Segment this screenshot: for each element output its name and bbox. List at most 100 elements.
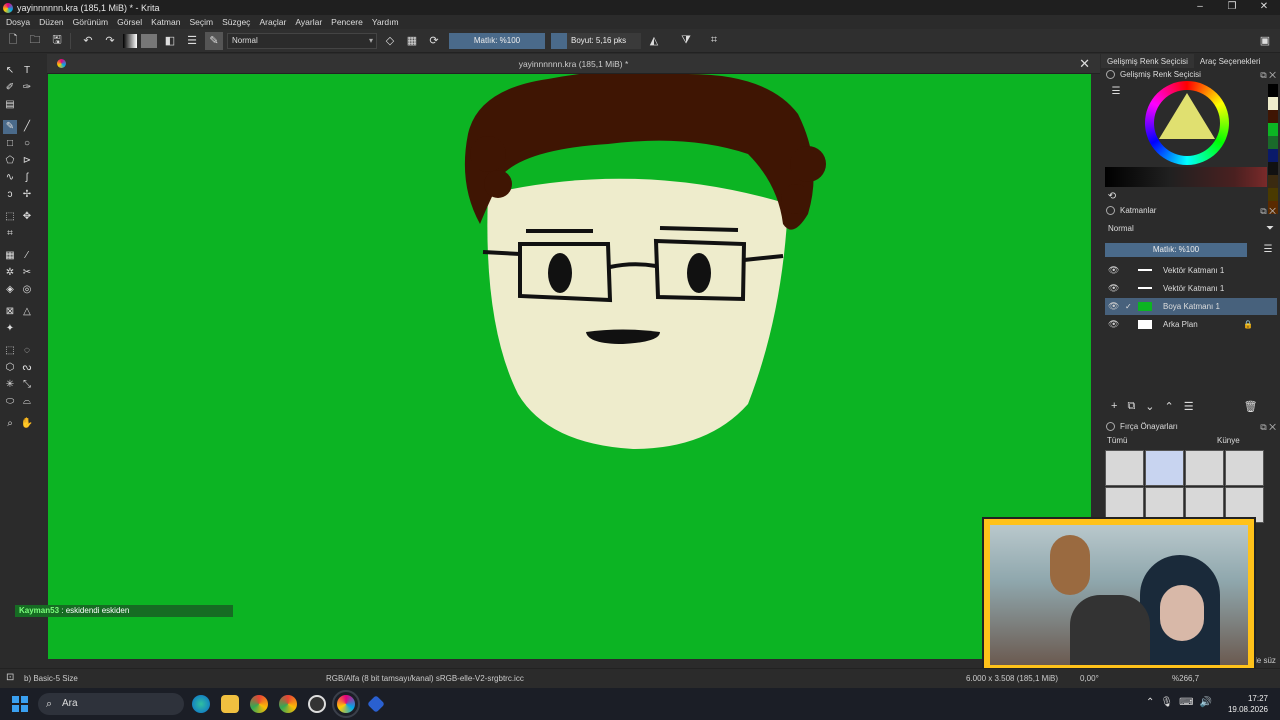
rect-select-icon[interactable]: ⬚: [3, 344, 17, 358]
brush-tag-select[interactable]: Künye: [1217, 435, 1240, 447]
wrap-around-icon[interactable]: ⌗: [705, 32, 723, 50]
fill-tool-icon[interactable]: ◈: [3, 283, 17, 297]
dynamic-brush-icon[interactable]: ↄ: [3, 188, 17, 202]
menu-window[interactable]: Pencere: [331, 17, 363, 27]
system-tray-icons[interactable]: ⌃🎙⌨🔊: [1146, 697, 1218, 708]
contiguous-select-icon[interactable]: ✳: [3, 378, 17, 392]
blend-mode-select[interactable]: Normal: [227, 32, 377, 49]
polygon-tool-icon[interactable]: ⬠: [3, 154, 17, 168]
drawing-canvas[interactable]: [48, 74, 1091, 659]
menu-help[interactable]: Yardım: [372, 17, 399, 27]
freehand-path-icon[interactable]: ʃ: [20, 171, 34, 185]
edit-shape-icon[interactable]: ✐: [3, 81, 17, 95]
zoom-value[interactable]: %266,7: [1172, 674, 1199, 683]
tab-advanced-color-selector[interactable]: Gelişmiş Renk Seçicisi: [1101, 54, 1194, 68]
move-up-icon[interactable]: ⌃: [1165, 400, 1174, 416]
dock-lock-icon[interactable]: [1106, 70, 1115, 79]
dock-lock-icon[interactable]: [1106, 206, 1115, 215]
brush-preset[interactable]: [1105, 450, 1144, 486]
move-down-icon[interactable]: ⌄: [1145, 400, 1154, 416]
new-document-icon[interactable]: 🗋: [4, 32, 22, 50]
enclose-fill-icon[interactable]: ◎: [20, 283, 34, 297]
brush-filter-select[interactable]: Tümü: [1107, 435, 1127, 447]
crop-tool-icon[interactable]: ⌗: [3, 227, 17, 241]
line-tool-icon[interactable]: ╱: [20, 120, 34, 134]
lock-icon[interactable]: 🔒: [1243, 316, 1253, 333]
brush-settings-icon[interactable]: ☰: [183, 32, 201, 50]
dock-float-close-icon[interactable]: ⧉ ✕: [1260, 68, 1276, 82]
layer-row-selected[interactable]: 👁 ✓ Boya Katmanı 1: [1105, 298, 1277, 315]
visibility-eye-icon[interactable]: 👁: [1108, 280, 1119, 297]
check-icon[interactable]: ✓: [1125, 298, 1132, 315]
pattern-icon[interactable]: [141, 33, 157, 48]
magnetic-select-icon[interactable]: ⌓: [20, 395, 34, 409]
minimize-button[interactable]: –: [1184, 0, 1216, 15]
rectangle-tool-icon[interactable]: □: [3, 137, 17, 151]
reload-icon[interactable]: ⟳: [425, 32, 443, 50]
windows-start-icon[interactable]: [12, 696, 28, 712]
chrome-icon[interactable]: [250, 695, 268, 713]
ellipse-tool-icon[interactable]: ○: [20, 137, 34, 151]
bezier-tool-icon[interactable]: ∿: [3, 171, 17, 185]
calligraphy-icon[interactable]: ✑: [20, 81, 34, 95]
pan-tool-icon[interactable]: ✋: [20, 417, 34, 431]
taskbar-search[interactable]: ⌕ Ara: [38, 693, 184, 715]
menu-layer[interactable]: Katman: [151, 17, 180, 27]
layer-row[interactable]: 👁 Arka Plan 🔒: [1105, 316, 1277, 333]
save-icon[interactable]: 🖫: [48, 32, 66, 50]
open-folder-icon[interactable]: 🗀: [26, 32, 44, 50]
alpha-lock-icon[interactable]: ▦: [403, 32, 421, 50]
brush-preset[interactable]: [1225, 450, 1264, 486]
layer-properties-icon[interactable]: ☰: [1184, 400, 1194, 416]
brush-preset[interactable]: [1145, 450, 1184, 486]
color-wheel[interactable]: [1145, 81, 1229, 165]
chrome-profile-icon[interactable]: [279, 695, 297, 713]
reference-image-icon[interactable]: ✦: [3, 322, 17, 336]
move-tool-icon[interactable]: ✥: [20, 210, 34, 224]
menu-filter[interactable]: Süzgeç: [222, 17, 250, 27]
multibrush-icon[interactable]: ✢: [20, 188, 34, 202]
filter-icon[interactable]: ⏷: [1263, 222, 1277, 236]
taskbar-clock[interactable]: 17:27 19.08.2026: [1228, 693, 1268, 715]
gradient-icon[interactable]: [123, 33, 137, 48]
color-triangle[interactable]: [1145, 81, 1229, 165]
duplicate-layer-icon[interactable]: ⧉: [1127, 400, 1135, 416]
dock-lock-icon[interactable]: [1106, 422, 1115, 431]
visibility-eye-icon[interactable]: 👁: [1108, 316, 1119, 333]
edge-icon[interactable]: [192, 695, 210, 713]
eraser-icon[interactable]: ◇: [381, 32, 399, 50]
bezier-select-icon[interactable]: ⬭: [3, 395, 17, 409]
assistant-ruler-icon[interactable]: ⊠: [3, 305, 17, 319]
visibility-eye-icon[interactable]: 👁: [1108, 298, 1119, 315]
menu-tools[interactable]: Araçlar: [259, 17, 286, 27]
undo-icon[interactable]: ↶: [79, 32, 97, 50]
layer-menu-icon[interactable]: ☰: [1261, 243, 1275, 257]
krita-taskbar-icon[interactable]: [332, 690, 360, 718]
color-settings-icon[interactable]: ☰: [1109, 85, 1123, 99]
close-window-button[interactable]: ✕: [1248, 0, 1280, 15]
delete-layer-icon[interactable]: 🗑: [1244, 400, 1258, 416]
brush-preset[interactable]: [1185, 450, 1224, 486]
select-shape-icon[interactable]: ↖: [3, 64, 17, 78]
menu-settings[interactable]: Ayarlar: [295, 17, 322, 27]
text-tool-icon[interactable]: T: [20, 64, 34, 78]
redo-icon[interactable]: ↷: [101, 32, 119, 50]
zoom-tool-icon[interactable]: ⌕: [3, 417, 17, 431]
polyline-tool-icon[interactable]: ⊳: [20, 154, 34, 168]
brush-preset-icon[interactable]: ✎: [205, 31, 223, 50]
rotation-value[interactable]: 0,00°: [1080, 674, 1099, 683]
menu-view[interactable]: Görünüm: [73, 17, 108, 27]
add-layer-icon[interactable]: +: [1111, 400, 1117, 416]
color-picker-icon[interactable]: ⁄: [20, 249, 34, 263]
dock-float-close-icon[interactable]: ⧉ ✕: [1260, 204, 1276, 218]
layer-row[interactable]: 👁 Vektör Katmanı 1: [1105, 280, 1277, 297]
color-swap-icon[interactable]: ◧: [161, 32, 179, 50]
dock-float-close-icon[interactable]: ⧉ ✕: [1260, 420, 1276, 434]
gradient-edit-icon[interactable]: ▤: [3, 98, 17, 112]
similar-select-icon[interactable]: ⤡: [20, 378, 34, 392]
assistant-tool-icon[interactable]: ✂: [20, 266, 34, 280]
mirror-horizontal-icon[interactable]: ◭: [645, 32, 663, 50]
file-explorer-icon[interactable]: [221, 695, 239, 713]
tab-tool-options[interactable]: Araç Seçenekleri: [1194, 54, 1266, 68]
layer-opacity-slider[interactable]: Matlık: %100: [1105, 243, 1247, 257]
